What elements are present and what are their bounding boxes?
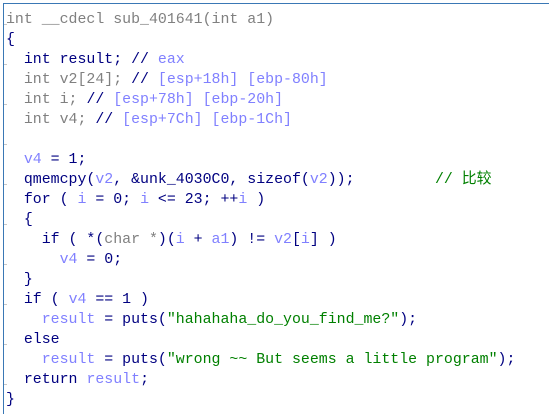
code-line[interactable]: if ( v4 == 1 )	[6, 290, 515, 310]
variable-token[interactable]: i	[238, 192, 247, 208]
code-line[interactable]: {	[6, 210, 515, 230]
code-token: qmemcpy(	[6, 172, 96, 188]
variable-token[interactable]: v4	[60, 252, 78, 268]
code-token: if (	[6, 292, 69, 308]
variable-token[interactable]: v4	[24, 152, 42, 168]
code-line[interactable]: int v4; // [esp+7Ch] [ebp-1Ch]	[6, 110, 515, 130]
code-line[interactable]: return result;	[6, 370, 515, 390]
code-token: = 0;	[86, 192, 141, 208]
type-token: char *	[104, 232, 158, 248]
code-token: //	[86, 92, 114, 108]
code-token: == 1 )	[86, 292, 149, 308]
code-token: <= 23; ++	[149, 192, 239, 208]
variable-token[interactable]: a1	[212, 232, 230, 248]
code-token: int result; //	[6, 52, 158, 68]
variable-token[interactable]: i	[140, 192, 149, 208]
code-token: if ( *(	[6, 232, 105, 248]
function-signature: int __cdecl sub_401641(int a1)	[6, 12, 275, 28]
code-token: }	[6, 272, 33, 288]
code-line[interactable]: qmemcpy(v2, &unk_4030C0, sizeof(v2)); //…	[6, 170, 515, 190]
variable-token[interactable]: [esp+18h] [ebp-80h]	[158, 72, 328, 88]
code-line[interactable]: int __cdecl sub_401641(int a1)	[6, 10, 515, 30]
code-token: , &unk_4030C0, sizeof(	[113, 172, 310, 188]
code-token: ;	[140, 372, 149, 388]
code-line[interactable]: }	[6, 390, 515, 410]
code-line[interactable]: for ( i = 0; i <= 23; ++i )	[6, 190, 515, 210]
variable-token[interactable]: [esp+78h] [ebp-20h]	[113, 92, 283, 108]
pseudocode-view[interactable]: int __cdecl sub_401641(int a1) { int resu…	[3, 3, 549, 414]
code-line[interactable]: v4 = 1;	[6, 150, 515, 170]
variable-token[interactable]: eax	[158, 52, 185, 68]
string-literal: "wrong ~~ But seems a little program"	[166, 352, 498, 368]
variable-token[interactable]: i	[176, 232, 185, 248]
type-token: int v2[24];	[6, 72, 132, 88]
code-line[interactable]: }	[6, 270, 515, 290]
string-literal: "hahahaha_do_you_find_me?"	[166, 312, 400, 328]
code-line[interactable]: else	[6, 330, 515, 350]
code-token: else	[6, 332, 60, 348]
code-token: = puts(	[95, 352, 167, 368]
variable-token[interactable]: v4	[69, 292, 87, 308]
code-token: )(	[157, 232, 176, 248]
code-token: = 0;	[77, 252, 123, 268]
type-token: int v4;	[6, 112, 96, 128]
code-line[interactable]: result = puts("wrong ~~ But seems a litt…	[6, 350, 516, 370]
variable-token[interactable]: result	[42, 352, 96, 368]
variable-token[interactable]: v2	[95, 172, 113, 188]
code-token: return	[6, 372, 87, 388]
code-line[interactable]: if ( *(char *)(i + a1) != v2[i] )	[6, 230, 515, 250]
variable-token[interactable]: [esp+7Ch] [ebp-1Ch]	[122, 112, 292, 128]
code-line[interactable]: int i; // [esp+78h] [ebp-20h]	[6, 90, 515, 110]
code-token: = puts(	[95, 312, 167, 328]
code-token: //	[95, 112, 123, 128]
variable-token[interactable]: result	[42, 312, 96, 328]
code-line[interactable]: {	[6, 30, 515, 50]
code-token: );	[399, 312, 418, 328]
variable-token[interactable]: v2	[274, 232, 292, 248]
comment: // 比较	[434, 172, 492, 188]
code-token: {	[6, 212, 33, 228]
code-token: )	[247, 192, 266, 208]
variable-token[interactable]: result	[86, 372, 140, 388]
code-line[interactable]	[6, 130, 515, 150]
type-token: int i;	[6, 92, 87, 108]
code-token: );	[497, 352, 516, 368]
code-token: [	[291, 232, 301, 248]
variable-token[interactable]: v2	[310, 172, 328, 188]
code-line[interactable]: v4 = 0;	[6, 250, 515, 270]
code-token: }	[6, 392, 15, 408]
code-line[interactable]: int v2[24]; // [esp+18h] [ebp-80h]	[6, 70, 515, 90]
code-token: {	[6, 32, 15, 48]
code-line[interactable]: result = puts("hahahaha_do_you_find_me?"…	[6, 310, 515, 330]
pseudocode-text[interactable]: int __cdecl sub_401641(int a1) { int resu…	[6, 10, 515, 410]
variable-token[interactable]: i	[301, 232, 310, 248]
code-token: = 1;	[41, 152, 87, 168]
code-token: ));	[327, 172, 435, 188]
code-token: ] )	[309, 232, 337, 248]
code-token: //	[131, 72, 158, 88]
code-token: for (	[6, 192, 78, 208]
code-line[interactable]: int result; // eax	[6, 50, 515, 70]
code-token: +	[184, 232, 212, 248]
code-token: ) !=	[229, 232, 275, 248]
